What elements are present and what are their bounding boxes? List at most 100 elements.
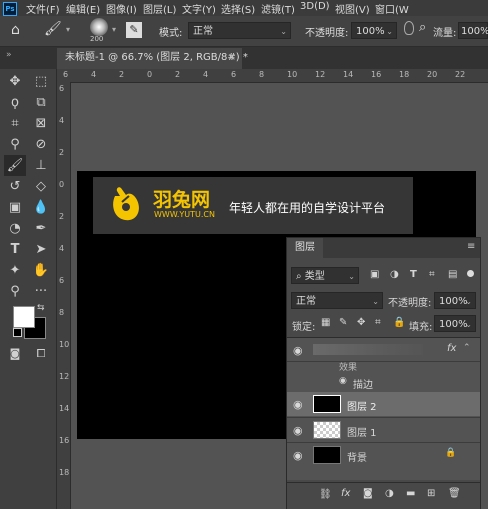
- menu-type[interactable]: 文字(Y): [182, 1, 216, 16]
- ruler-tick-label: 14: [59, 404, 70, 413]
- eye-icon[interactable]: ◉: [293, 424, 303, 437]
- layer-name: 背景: [347, 453, 367, 464]
- link-layers-icon[interactable]: ⛓: [319, 489, 332, 500]
- menu-layer[interactable]: 图层(L): [143, 1, 176, 16]
- brush-preview-icon[interactable]: [90, 18, 108, 36]
- dodge-tool-icon[interactable]: ◔: [4, 218, 26, 239]
- hand-tool-icon[interactable]: ✋: [30, 260, 52, 281]
- filter-smart-object-icon[interactable]: ▤: [448, 269, 457, 280]
- lock-position-icon[interactable]: ✥: [357, 317, 365, 328]
- lasso-tool-icon[interactable]: ϙ: [4, 92, 26, 113]
- home-icon[interactable]: ⌂: [11, 22, 20, 38]
- foreground-color-swatch[interactable]: [13, 306, 35, 328]
- filter-kind-select[interactable]: ⌕ 类型 ⌄: [291, 267, 359, 284]
- layer-row-2[interactable]: ◉ 图层 2: [287, 392, 480, 416]
- eraser-tool-icon[interactable]: ◇: [30, 176, 52, 197]
- fill-label: 填充:: [409, 322, 433, 333]
- stroke-effect-row[interactable]: ◉ 描边: [287, 374, 480, 392]
- tab-layers[interactable]: 图层: [287, 238, 323, 258]
- brush-tool-icon[interactable]: 🖌: [4, 155, 26, 176]
- effects-row[interactable]: 效果: [287, 362, 480, 374]
- quick-select-tool-icon[interactable]: ⧉: [30, 92, 52, 113]
- adjustment-layer-icon[interactable]: ◑: [385, 488, 394, 499]
- fx-icon[interactable]: fx: [447, 343, 456, 354]
- layer-thumbnail: [313, 395, 341, 413]
- type-tool-icon[interactable]: T: [4, 239, 26, 260]
- eye-icon[interactable]: ◉: [339, 376, 347, 386]
- menu-select[interactable]: 选择(S): [221, 1, 255, 16]
- pen-tool-icon[interactable]: ✒: [30, 218, 52, 239]
- document-tab[interactable]: 未标题-1 @ 66.7% (图层 2, RGB/8#) * ×: [57, 48, 248, 69]
- crop-tool-icon[interactable]: ⌗: [4, 113, 26, 134]
- mode-select[interactable]: 正常 ⌄: [188, 22, 291, 39]
- eye-icon[interactable]: ◉: [293, 344, 303, 357]
- ruler-tick-label: 6: [59, 276, 65, 285]
- blend-mode-select[interactable]: 正常 ⌄: [291, 292, 383, 309]
- ruler-tick-label: 8: [259, 70, 265, 79]
- eyedropper-tool-icon[interactable]: ⚲: [4, 134, 26, 155]
- brush-tool-preset-icon[interactable]: 🖌: [44, 21, 62, 37]
- collapse-toolbox-icon[interactable]: »: [6, 50, 12, 60]
- close-icon[interactable]: ×: [228, 48, 236, 68]
- more-tools-icon[interactable]: ···: [30, 281, 52, 302]
- menu-view[interactable]: 视图(V): [335, 1, 370, 16]
- stamp-tool-icon[interactable]: ⊥: [30, 155, 52, 176]
- eye-icon[interactable]: ◉: [293, 398, 303, 411]
- menu-image[interactable]: 图像(I): [106, 1, 137, 16]
- filter-toggle-icon[interactable]: [467, 270, 474, 277]
- ruler-tick-label: 16: [59, 436, 70, 445]
- healing-brush-tool-icon[interactable]: ⊘: [30, 134, 52, 155]
- opacity-input[interactable]: 100% ⌄: [351, 22, 397, 39]
- frame-tool-icon[interactable]: ⊠: [30, 113, 52, 134]
- blur-tool-icon[interactable]: 💧: [30, 197, 52, 218]
- custom-shape-tool-icon[interactable]: ✦: [4, 260, 26, 281]
- swap-colors-icon[interactable]: ⇆: [37, 303, 45, 313]
- menu-filter[interactable]: 滤镜(T): [261, 1, 295, 16]
- history-brush-tool-icon[interactable]: ↺: [4, 176, 26, 197]
- gradient-tool-icon[interactable]: ▣: [4, 197, 26, 218]
- filter-pixel-icon[interactable]: ▣: [370, 269, 379, 280]
- fill-input[interactable]: 100% ⌄: [434, 315, 476, 332]
- chevron-up-icon[interactable]: ⌃: [463, 343, 471, 353]
- screen-mode-icon[interactable]: ⧠: [30, 343, 52, 364]
- menu-file[interactable]: 文件(F): [26, 1, 60, 16]
- zoom-tool-icon[interactable]: ⚲: [4, 281, 26, 302]
- filter-shape-icon[interactable]: ⌗: [429, 269, 435, 280]
- quick-mask-icon[interactable]: ◙: [4, 343, 26, 364]
- filter-adjustment-icon[interactable]: ◑: [390, 269, 399, 280]
- new-group-icon[interactable]: ▬: [406, 488, 415, 499]
- ruler-tick-label: 2: [59, 148, 65, 157]
- add-style-icon[interactable]: fx: [341, 488, 350, 499]
- delete-layer-icon[interactable]: 🗑: [448, 488, 461, 499]
- preset-dropdown-icon[interactable]: ▾: [66, 25, 70, 34]
- pressure-opacity-icon[interactable]: [404, 21, 414, 35]
- brush-settings-icon[interactable]: ✎: [126, 22, 142, 38]
- filter-type-icon[interactable]: T: [410, 269, 417, 280]
- layer-row-1[interactable]: ◉ 图层 1: [287, 417, 480, 442]
- new-layer-icon[interactable]: ⊞: [427, 488, 435, 499]
- ruler-tick-label: 0: [147, 70, 153, 79]
- menu-3d[interactable]: 3D(D): [300, 1, 330, 12]
- eye-icon[interactable]: ◉: [293, 449, 303, 462]
- menu-edit[interactable]: 编辑(E): [66, 1, 100, 16]
- lock-all-icon[interactable]: 🔒: [393, 317, 405, 328]
- search-icon[interactable]: ⌕: [419, 20, 426, 35]
- lock-transparent-icon[interactable]: ▦: [321, 317, 330, 328]
- lock-image-icon[interactable]: ✎: [339, 317, 347, 328]
- add-mask-icon[interactable]: ◙: [363, 488, 373, 499]
- default-colors-icon[interactable]: [13, 328, 22, 337]
- marquee-tool-icon[interactable]: ⬚: [30, 71, 52, 92]
- layer-opacity-input[interactable]: 100% ⌄: [434, 292, 476, 309]
- brush-dropdown-icon[interactable]: ▾: [112, 25, 116, 34]
- options-bar: ⌂ 🖌 ▾ 200 ▾ ✎ 模式: 正常 ⌄ 不透明度: 100% ⌄ ⌕ 流量: …: [0, 16, 488, 47]
- layer-row-text[interactable]: ◉ fx ⌃: [287, 338, 480, 362]
- lock-artboard-icon[interactable]: ⌗: [375, 317, 381, 328]
- layer-row-background[interactable]: ◉ 背景 🔒: [287, 442, 480, 467]
- menu-window[interactable]: 窗口(W: [375, 1, 409, 16]
- path-selection-tool-icon[interactable]: ➤: [30, 239, 52, 260]
- watermark-banner: 羽兔网 WWW.YUTU.CN 年轻人都在用的自学设计平台: [93, 177, 413, 234]
- flow-input[interactable]: 100%: [458, 22, 488, 39]
- move-tool-icon[interactable]: ✥: [4, 71, 26, 92]
- panel-menu-icon[interactable]: ≡: [467, 241, 475, 252]
- ruler-tick-label: 6: [59, 84, 65, 93]
